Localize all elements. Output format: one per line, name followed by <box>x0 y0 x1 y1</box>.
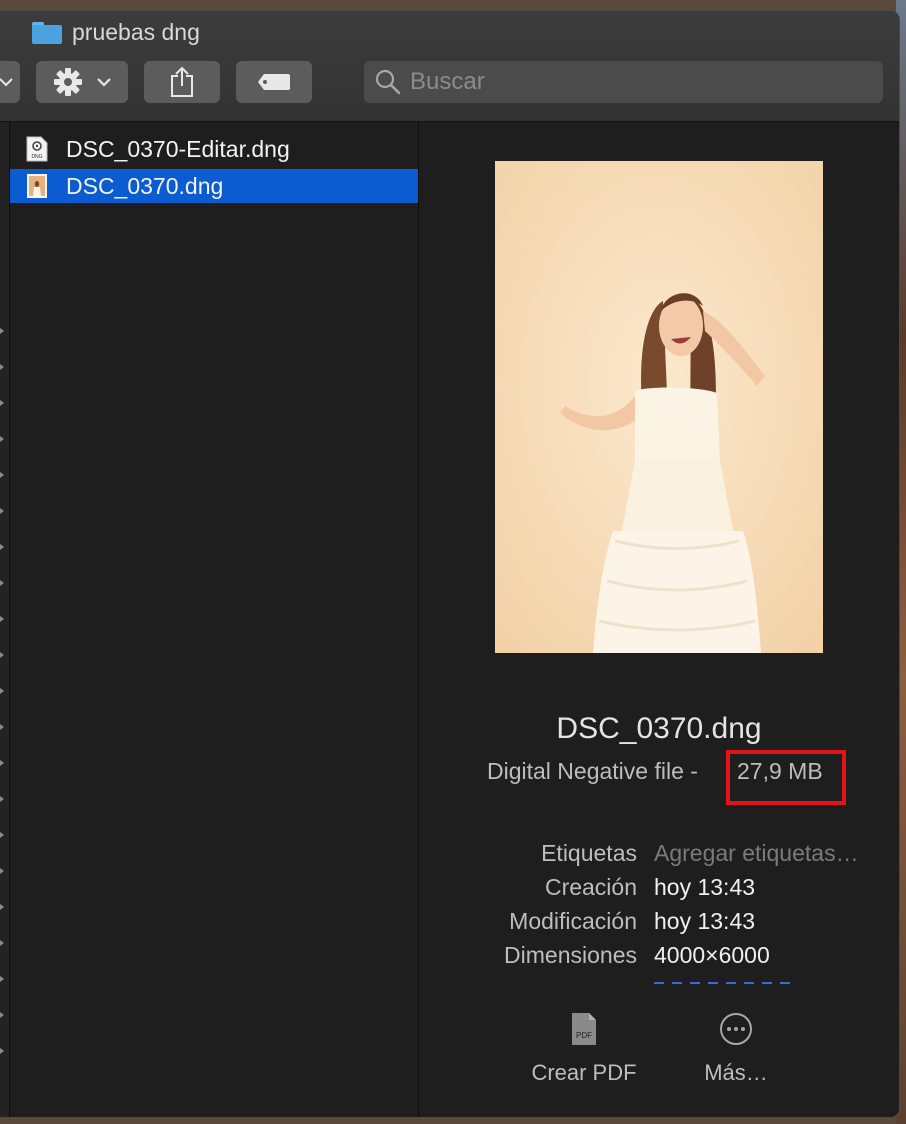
search-field[interactable] <box>364 61 883 103</box>
view-options-button[interactable] <box>0 61 20 103</box>
svg-text:PDF: PDF <box>576 1031 592 1040</box>
preview-filename: DSC_0370.dng <box>556 712 762 745</box>
add-tags-field[interactable]: Agregar etiquetas… <box>654 840 859 867</box>
dng-document-icon: DNG <box>26 136 48 162</box>
file-name: DSC_0370-Editar.dng <box>66 135 290 162</box>
finder-window: pruebas dng Buscar DNG DSC_0370-Editar.d… <box>0 10 900 1118</box>
window-title-text: pruebas dng <box>72 19 200 45</box>
create-pdf-button[interactable]: PDF Crear PDF <box>529 1012 639 1086</box>
pdf-icon: PDF <box>572 1013 596 1045</box>
create-pdf-label: Crear PDF <box>531 1060 637 1085</box>
photo-image <box>495 161 823 653</box>
folder-icon <box>32 21 62 44</box>
tag-icon <box>258 74 290 90</box>
tags-button[interactable] <box>236 61 312 103</box>
meta-key: Creación <box>544 874 637 900</box>
more-label: Más… <box>704 1060 768 1085</box>
meta-row-tags: Etiquetas Agregar etiquetas… <box>419 840 899 874</box>
collapsed-sidebar-strip[interactable] <box>0 122 10 1117</box>
meta-value: 4000×6000 <box>654 942 770 968</box>
file-list: DNG DSC_0370-Editar.dng DSC_0370.dng <box>10 122 419 1117</box>
share-icon <box>171 66 193 97</box>
meta-key: Modificación <box>509 908 637 934</box>
truncated-link-row <box>654 982 794 984</box>
file-row[interactable]: DNG DSC_0370-Editar.dng <box>10 132 418 166</box>
share-button[interactable] <box>144 61 220 103</box>
preview-pane: DSC_0370.dng Digital Negative file - 27,… <box>419 122 899 1117</box>
size-highlight-box <box>726 750 846 805</box>
search-icon <box>375 69 401 95</box>
file-row-selected[interactable]: DSC_0370.dng <box>10 169 418 203</box>
gear-icon <box>54 68 82 96</box>
meta-value: hoy 13:43 <box>654 874 756 900</box>
preview-kind: Digital Negative file - <box>487 758 698 784</box>
file-name: DSC_0370.dng <box>66 172 224 199</box>
chevron-down-icon <box>0 78 13 87</box>
meta-row-modified: Modificación hoy 13:43 <box>419 908 899 942</box>
more-icon <box>720 1013 752 1045</box>
meta-row-created: Creación hoy 13:43 <box>419 874 899 908</box>
meta-key: Etiquetas <box>541 840 637 866</box>
meta-key: Dimensiones <box>504 942 637 968</box>
svg-text:DNG: DNG <box>31 154 42 160</box>
meta-value: hoy 13:43 <box>654 908 756 934</box>
meta-row-dimensions: Dimensiones 4000×6000 <box>419 942 899 976</box>
action-menu-button[interactable] <box>36 61 128 103</box>
chevron-down-icon <box>97 78 111 87</box>
toolbar: pruebas dng <box>0 11 899 122</box>
image-thumbnail-icon <box>27 174 47 198</box>
more-button[interactable]: Más… <box>681 1012 791 1086</box>
search-input[interactable] <box>408 67 852 97</box>
window-title: pruebas dng <box>32 19 200 46</box>
photo-preview <box>495 161 823 653</box>
